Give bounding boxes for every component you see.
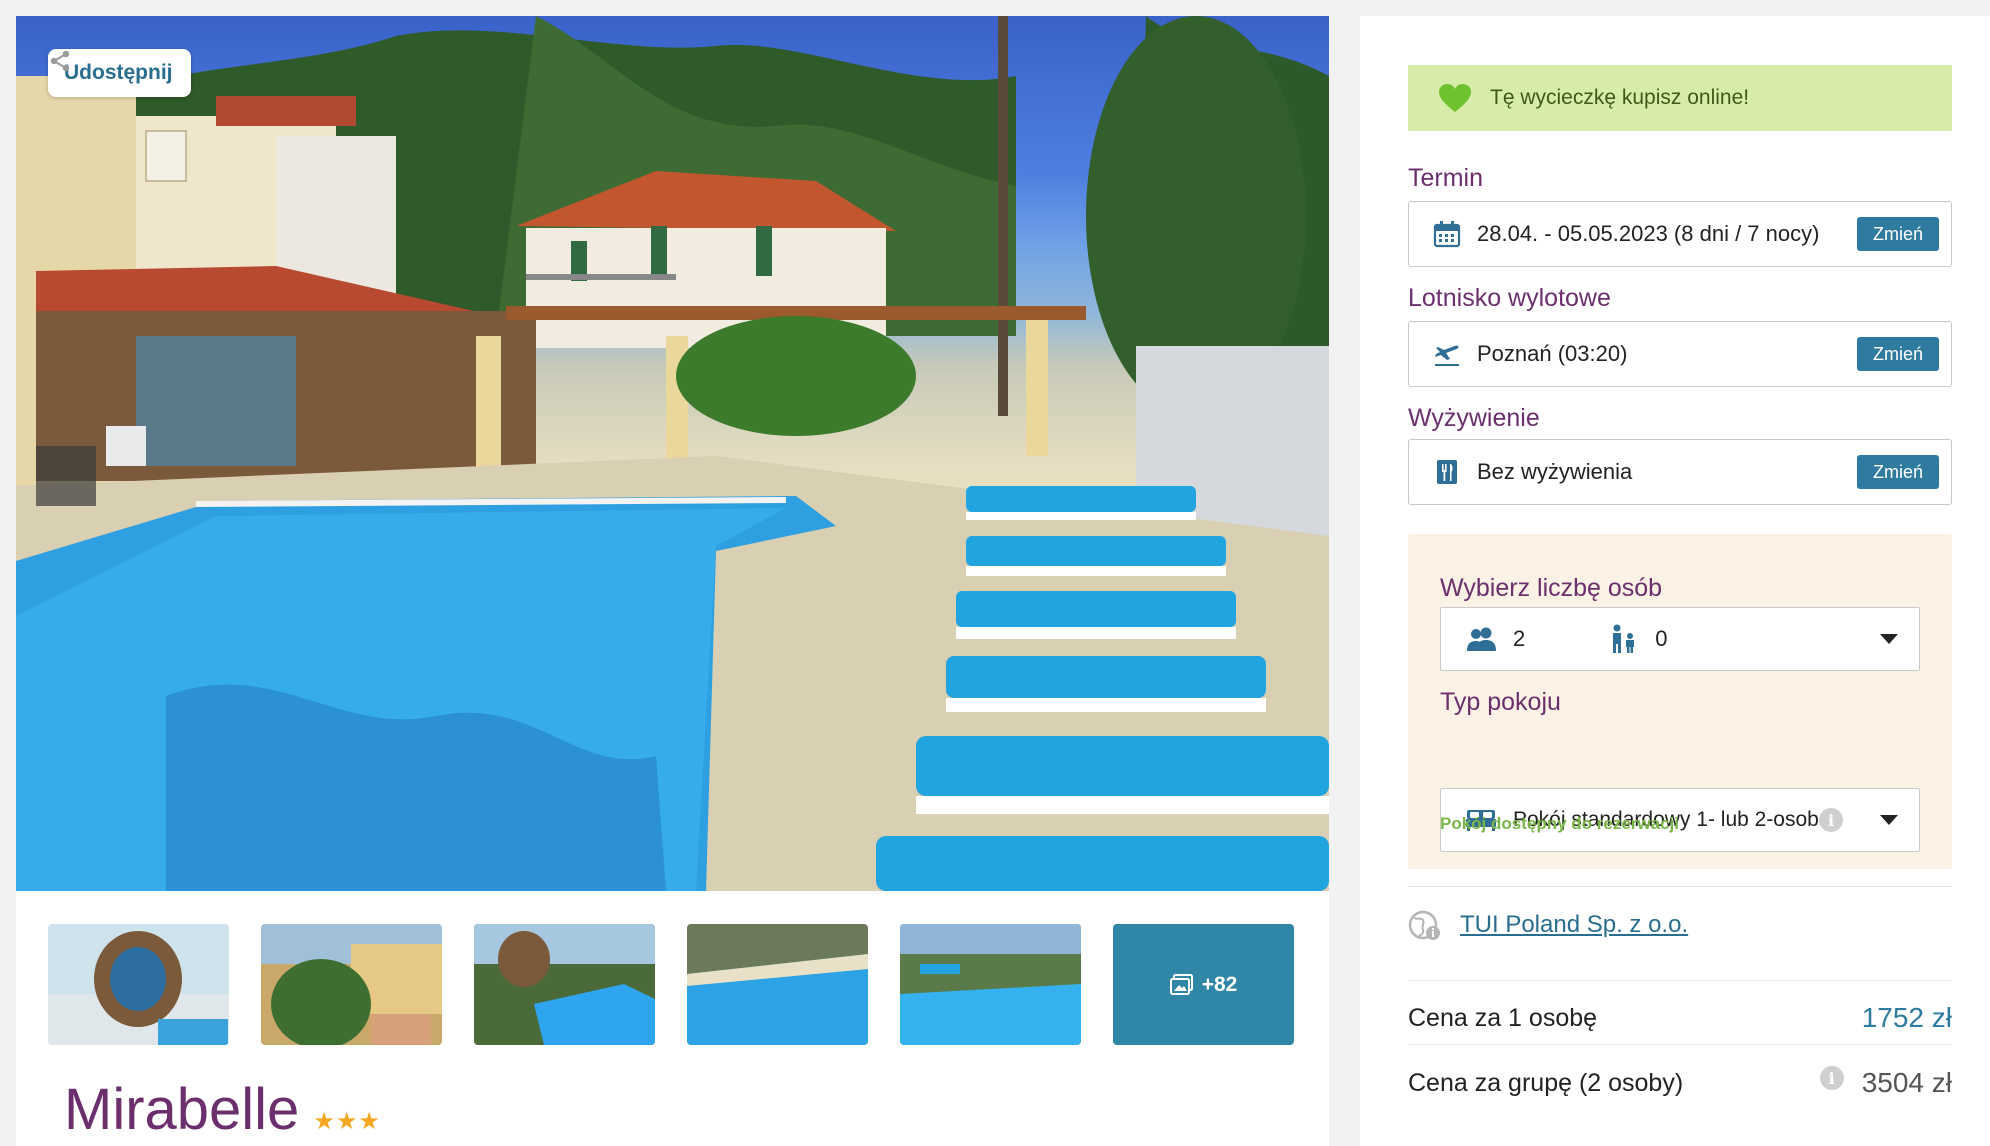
- globe-info-icon: [1408, 910, 1440, 940]
- organizer-link[interactable]: TUI Poland Sp. z o.o.: [1460, 911, 1688, 939]
- meal-select[interactable]: Bez wyżywienia Zmień: [1408, 439, 1952, 505]
- people-room-box: Wybierz liczbę osób 2 0 Typ pokoju Pokój…: [1408, 534, 1952, 869]
- adults-count: 2: [1513, 626, 1526, 651]
- organizer-row: TUI Poland Sp. z o.o.: [1408, 908, 1952, 942]
- hotel-name: Mirabelle: [64, 1077, 300, 1142]
- term-select[interactable]: 28.04. - 05.05.2023 (8 dni / 7 nocy) Zmi…: [1408, 201, 1952, 267]
- thumbnail-1[interactable]: [48, 924, 229, 1045]
- change-airport-button[interactable]: Zmień: [1856, 337, 1939, 371]
- online-banner-text: Tę wycieczkę kupisz online!: [1490, 86, 1750, 109]
- hotel-title: Mirabelle ★★★: [64, 1076, 381, 1143]
- airport-label: Lotnisko wylotowe: [1408, 284, 1611, 312]
- room-type-label: Typ pokoju: [1440, 688, 1561, 716]
- heart-icon: [1439, 84, 1471, 112]
- children-count: 0: [1655, 626, 1668, 651]
- thumbnail-2[interactable]: [261, 924, 442, 1045]
- people-select[interactable]: 2 0: [1440, 607, 1920, 671]
- divider: [1408, 980, 1952, 981]
- more-photos-count: +82: [1201, 972, 1238, 996]
- share-icon: [50, 50, 70, 72]
- price-per-person-value: 1752 zł: [1861, 1002, 1952, 1033]
- thumbnail-strip: +82: [48, 924, 1294, 1045]
- change-meal-button[interactable]: Zmień: [1856, 455, 1939, 489]
- term-value: 28.04. - 05.05.2023 (8 dni / 7 nocy): [1477, 221, 1820, 246]
- thumbnail-5[interactable]: [900, 924, 1081, 1045]
- chevron-down-icon: [1880, 634, 1898, 644]
- thumbnail-4[interactable]: [687, 924, 868, 1045]
- meal-value: Bez wyżywienia: [1477, 459, 1633, 484]
- airport-value: Poznań (03:20): [1477, 341, 1628, 366]
- room-availability: Pokój dostępny do rezerwacji: [1440, 814, 1680, 833]
- gallery-icon: [1169, 973, 1193, 995]
- price-info-icon[interactable]: i: [1819, 1066, 1844, 1090]
- share-label: Udostępnij: [64, 61, 173, 84]
- hero-photo[interactable]: Udostępnij: [16, 16, 1329, 891]
- price-group-right: i 3504 zł: [1819, 1066, 1952, 1099]
- adults-icon: [1467, 627, 1496, 651]
- airport-select[interactable]: Poznań (03:20) Zmień: [1408, 321, 1952, 387]
- hotel-gallery-card: Udostępnij +82 Mirabelle ★★★: [16, 16, 1329, 1146]
- children-icon: [1613, 624, 1635, 653]
- divider: [1408, 886, 1952, 887]
- hotel-stars: ★★★: [313, 1108, 381, 1135]
- meal-label: Wyżywienie: [1408, 404, 1540, 432]
- price-per-person-row: Cena za 1 osobę 1752 zł: [1408, 996, 1952, 1040]
- price-group-label: Cena za grupę (2 osoby): [1408, 1068, 1684, 1097]
- price-group-row: Cena za grupę (2 osoby) i 3504 zł: [1408, 1060, 1952, 1106]
- term-label: Termin: [1408, 164, 1484, 192]
- price-group-value: 3504 zł: [1861, 1067, 1952, 1098]
- more-photos-button[interactable]: +82: [1113, 924, 1294, 1045]
- plane-icon: [1435, 345, 1459, 366]
- pool-scene-image: [16, 16, 1329, 891]
- thumbnail-3[interactable]: [474, 924, 655, 1045]
- online-purchase-banner: Tę wycieczkę kupisz online!: [1408, 65, 1952, 131]
- menu-card-icon: [1437, 460, 1457, 484]
- calendar-icon: [1433, 221, 1461, 248]
- change-term-button[interactable]: Zmień: [1856, 217, 1939, 251]
- booking-panel: Tę wycieczkę kupisz online! Termin 28.04…: [1360, 16, 1990, 1146]
- people-dropdown-toggle[interactable]: [1859, 608, 1919, 670]
- price-per-person-label: Cena za 1 osobę: [1408, 1003, 1598, 1032]
- divider: [1408, 1044, 1952, 1045]
- people-label: Wybierz liczbę osób: [1440, 574, 1663, 602]
- share-button[interactable]: Udostępnij: [48, 49, 191, 97]
